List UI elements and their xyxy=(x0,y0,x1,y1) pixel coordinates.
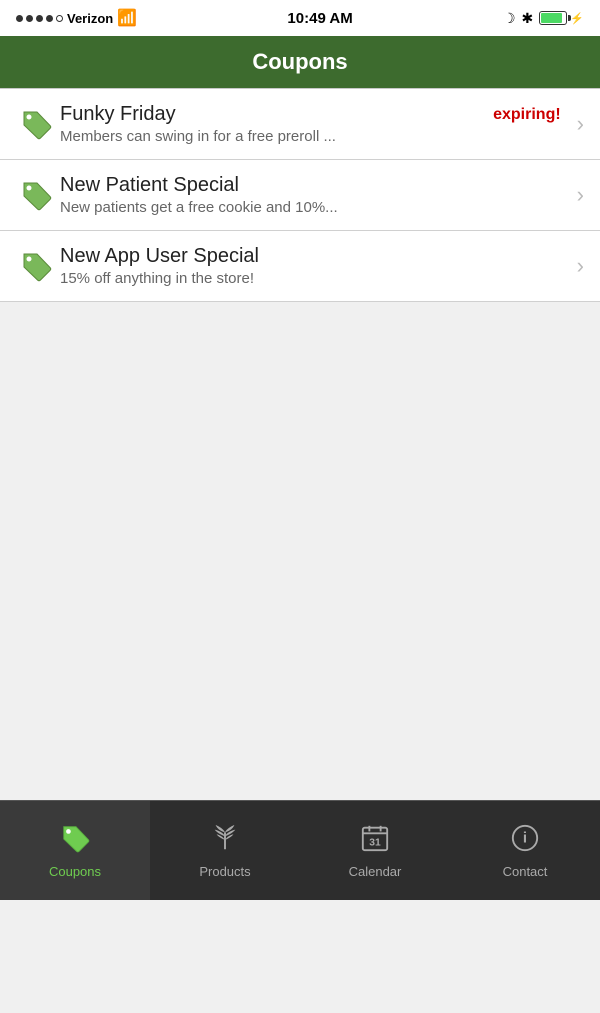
dot4 xyxy=(46,15,53,22)
coupon-tag-icon-1 xyxy=(16,108,56,140)
coupon-item-2[interactable]: New Patient Special New patients get a f… xyxy=(0,160,600,231)
battery-fill xyxy=(541,13,561,23)
time-display: 10:49 AM xyxy=(287,10,352,27)
status-bar: Verizon 📶 10:49 AM ☽ ✱ ⚡ xyxy=(0,0,600,36)
svg-text:i: i xyxy=(523,829,527,846)
chevron-icon-3: › xyxy=(577,253,584,279)
dot2 xyxy=(26,15,33,22)
coupon-item-3[interactable]: New App User Special 15% off anything in… xyxy=(0,231,600,302)
coupon-desc-3: 15% off anything in the store! xyxy=(60,270,569,287)
empty-content-area xyxy=(0,302,600,1013)
svg-text:31: 31 xyxy=(369,837,381,848)
page-title: Coupons xyxy=(252,49,347,75)
tab-label-calendar: Calendar xyxy=(349,864,402,879)
tab-bar: Coupons Products 31 Calendar xyxy=(0,800,600,900)
coupons-tab-icon xyxy=(60,823,90,860)
charging-icon: ⚡ xyxy=(570,12,584,25)
bluetooth-icon: ✱ xyxy=(522,10,534,27)
dot1 xyxy=(16,15,23,22)
coupon-tag-icon-3 xyxy=(16,250,56,282)
tab-label-contact: Contact xyxy=(503,864,548,879)
moon-icon: ☽ xyxy=(503,10,516,27)
coupon-title-row-3: New App User Special xyxy=(60,245,569,268)
calendar-tab-icon: 31 xyxy=(360,823,390,860)
dot5 xyxy=(56,15,63,22)
coupon-title-2: New Patient Special xyxy=(60,174,239,197)
tab-calendar[interactable]: 31 Calendar xyxy=(300,801,450,900)
contact-tab-icon: i xyxy=(510,823,540,860)
chevron-icon-1: › xyxy=(577,111,584,137)
products-tab-icon xyxy=(210,823,240,860)
coupon-list: Funky Friday expiring! Members can swing… xyxy=(0,89,600,302)
coupon-title-1: Funky Friday xyxy=(60,103,176,126)
tab-products[interactable]: Products xyxy=(150,801,300,900)
tab-label-coupons: Coupons xyxy=(49,864,101,879)
coupon-content-2: New Patient Special New patients get a f… xyxy=(60,174,569,216)
tab-contact[interactable]: i Contact xyxy=(450,801,600,900)
coupon-title-3: New App User Special xyxy=(60,245,259,268)
coupon-item-1[interactable]: Funky Friday expiring! Members can swing… xyxy=(0,89,600,160)
tab-label-products: Products xyxy=(199,864,250,879)
coupon-desc-2: New patients get a free cookie and 10%..… xyxy=(60,199,569,216)
nav-header: Coupons xyxy=(0,36,600,88)
signal-dots xyxy=(16,15,63,22)
coupon-content-3: New App User Special 15% off anything in… xyxy=(60,245,569,287)
status-left: Verizon 📶 xyxy=(16,8,137,28)
battery-indicator: ⚡ xyxy=(539,11,584,25)
battery-body xyxy=(539,11,567,25)
chevron-icon-2: › xyxy=(577,182,584,208)
wifi-icon: 📶 xyxy=(117,8,137,28)
status-right: ☽ ✱ ⚡ xyxy=(503,10,584,27)
dot3 xyxy=(36,15,43,22)
carrier-label: Verizon xyxy=(67,11,113,26)
coupon-content-1: Funky Friday expiring! Members can swing… xyxy=(60,103,569,145)
coupon-title-row-2: New Patient Special xyxy=(60,174,569,197)
coupon-title-row-1: Funky Friday expiring! xyxy=(60,103,569,126)
coupon-desc-1: Members can swing in for a free preroll … xyxy=(60,128,569,145)
expiring-badge-1: expiring! xyxy=(493,106,561,124)
tab-coupons[interactable]: Coupons xyxy=(0,801,150,900)
coupon-tag-icon-2 xyxy=(16,179,56,211)
